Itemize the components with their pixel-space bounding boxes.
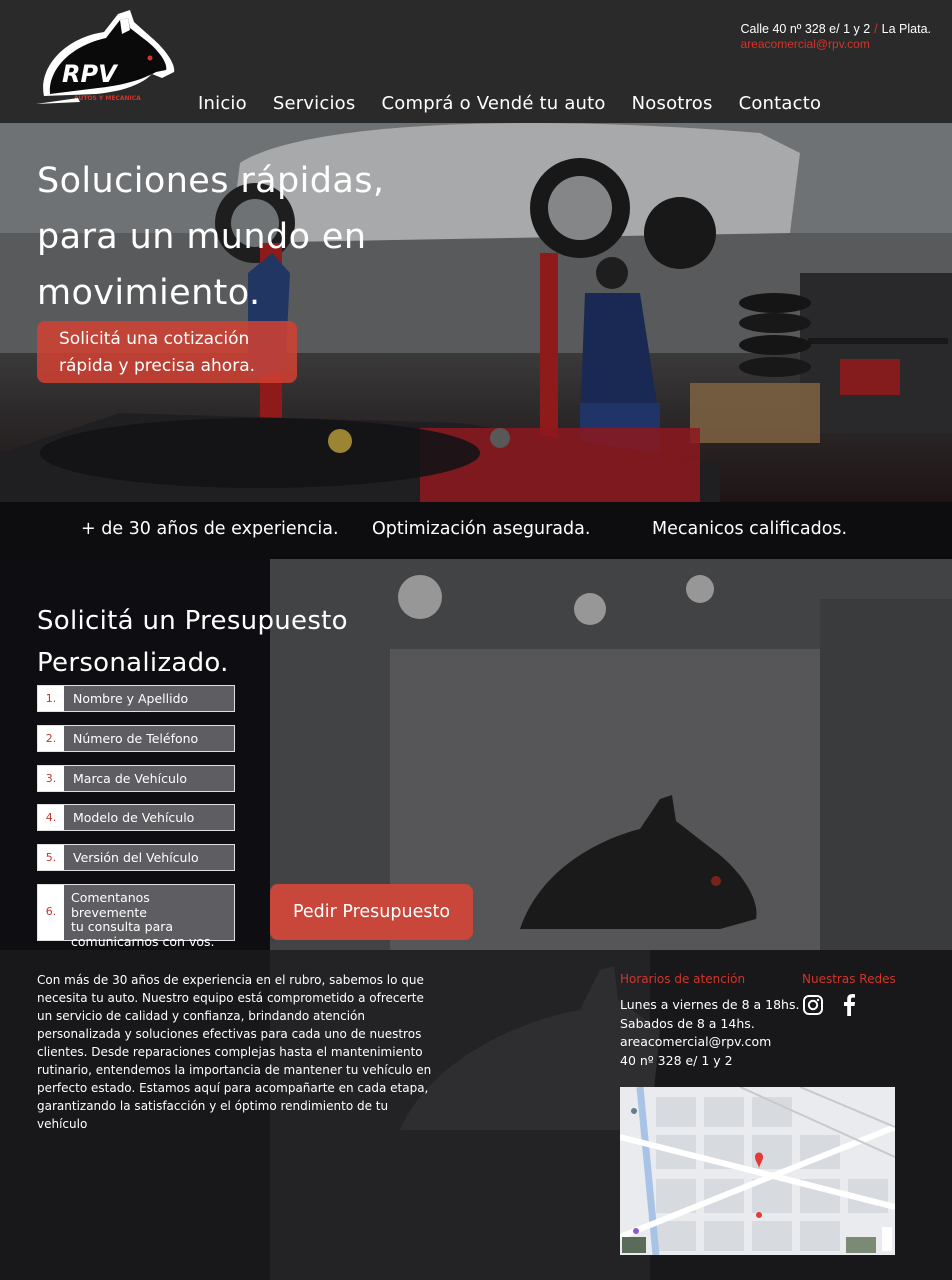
message-placeholder-line-1: Comentanos brevemente bbox=[71, 890, 150, 920]
nav-item-compra-vende[interactable]: Comprá o Vendé tu auto bbox=[369, 90, 619, 118]
svg-text:AUTOS Y MECANICA: AUTOS Y MECANICA bbox=[74, 95, 141, 102]
nav-item-servicios[interactable]: Servicios bbox=[261, 90, 370, 118]
field-placeholder: Versión del Vehículo bbox=[64, 845, 234, 870]
nav-item-inicio[interactable]: Inicio bbox=[186, 90, 261, 118]
features-bar: + de 30 años de experiencia. Optimizació… bbox=[0, 502, 952, 559]
header-city: La Plata. bbox=[881, 22, 931, 36]
facebook-icon[interactable] bbox=[838, 993, 860, 1017]
hero-title-line-3: movimiento. bbox=[37, 273, 261, 313]
hero-title-line-2: para un mundo en bbox=[37, 217, 367, 257]
rpv-logo[interactable]: RPV AUTOS Y MECANICA bbox=[34, 8, 180, 112]
field-placeholder: Nombre y Apellido bbox=[64, 686, 234, 711]
field-placeholder: Marca de Vehículo bbox=[64, 766, 234, 791]
hours-title: Horarios de atención bbox=[620, 972, 746, 986]
message-placeholder-line-3: comunicarnos con vos. bbox=[71, 933, 215, 949]
quote-title-line-2: Personalizado. bbox=[37, 648, 229, 678]
feature-experience: + de 30 años de experiencia. bbox=[81, 519, 339, 539]
quote-cta-button[interactable]: Solicitá una cotización rápida y precisa… bbox=[37, 321, 297, 383]
hero-section: Soluciones rápidas, para un mundo en mov… bbox=[0, 123, 952, 503]
hero-title-line-1: Soluciones rápidas, bbox=[37, 161, 385, 201]
hero-title: Soluciones rápidas, para un mundo en mov… bbox=[37, 153, 457, 321]
field-number: 5. bbox=[38, 845, 64, 870]
vehicle-version-field[interactable]: 5. Versión del Vehículo bbox=[37, 844, 235, 871]
footer-email[interactable]: areacomercial@rpv.com bbox=[620, 1033, 799, 1052]
header-email-link[interactable]: areacomercial@rpv.com bbox=[741, 37, 931, 52]
nav-item-nosotros[interactable]: Nosotros bbox=[620, 90, 727, 118]
field-placeholder: Comentanos brevemente tu consulta para c… bbox=[64, 885, 234, 948]
message-placeholder-line-2: tu consulta para bbox=[71, 919, 174, 934]
cta-line-1: Solicitá una cotización bbox=[59, 329, 250, 349]
svg-text:RPV: RPV bbox=[62, 60, 119, 88]
field-number: 3. bbox=[38, 766, 64, 791]
footer-address: 40 nº 328 e/ 1 y 2 bbox=[620, 1052, 733, 1068]
vehicle-brand-field[interactable]: 3. Marca de Vehículo bbox=[37, 765, 235, 792]
site-header: RPV AUTOS Y MECANICA Calle 40 nº 328 e/ … bbox=[0, 0, 952, 123]
field-number: 2. bbox=[38, 726, 64, 751]
nav-item-contacto[interactable]: Contacto bbox=[727, 90, 836, 118]
hours-saturday: Sabados de 8 a 14hs. bbox=[620, 1015, 755, 1031]
submit-quote-button[interactable]: Pedir Presupuesto bbox=[270, 884, 473, 940]
header-separator: / bbox=[874, 22, 878, 36]
instagram-icon[interactable] bbox=[802, 993, 824, 1017]
vehicle-model-field[interactable]: 4. Modelo de Vehículo bbox=[37, 804, 235, 831]
quote-section: Solicitá un Presupuesto Personalizado. 1… bbox=[0, 559, 952, 950]
hours-weekdays: Lunes a viernes de 8 a 18hs. bbox=[620, 997, 800, 1012]
field-number: 4. bbox=[38, 805, 64, 830]
header-contact: Calle 40 nº 328 e/ 1 y 2/La Plata. areac… bbox=[741, 22, 931, 52]
hours-info: Lunes a viernes de 8 a 18hs. Sabados de … bbox=[620, 996, 799, 1070]
field-number: 1. bbox=[38, 686, 64, 711]
feature-optimizacion: Optimización asegurada. bbox=[372, 519, 591, 539]
phone-field[interactable]: 2. Número de Teléfono bbox=[37, 725, 235, 752]
location-map[interactable] bbox=[620, 1087, 895, 1255]
quote-title-line-1: Solicitá un Presupuesto bbox=[37, 606, 348, 636]
field-placeholder: Número de Teléfono bbox=[64, 726, 234, 751]
cta-line-2: rápida y precisa ahora. bbox=[59, 356, 256, 376]
feature-mecanicos: Mecanicos calificados. bbox=[652, 519, 848, 539]
social-title: Nuestras Redes bbox=[802, 972, 896, 986]
name-field[interactable]: 1. Nombre y Apellido bbox=[37, 685, 235, 712]
quote-title: Solicitá un Presupuesto Personalizado. bbox=[37, 600, 348, 684]
field-placeholder: Modelo de Vehículo bbox=[64, 805, 234, 830]
message-field[interactable]: 6. Comentanos brevemente tu consulta par… bbox=[37, 884, 235, 948]
about-text: Con más de 30 años de experiencia en el … bbox=[37, 973, 432, 1131]
header-address: Calle 40 nº 328 e/ 1 y 2 bbox=[740, 22, 871, 36]
main-nav: Inicio Servicios Comprá o Vendé tu auto … bbox=[186, 90, 835, 118]
field-number: 6. bbox=[38, 885, 64, 940]
site-footer: Con más de 30 años de experiencia en el … bbox=[0, 950, 952, 1280]
